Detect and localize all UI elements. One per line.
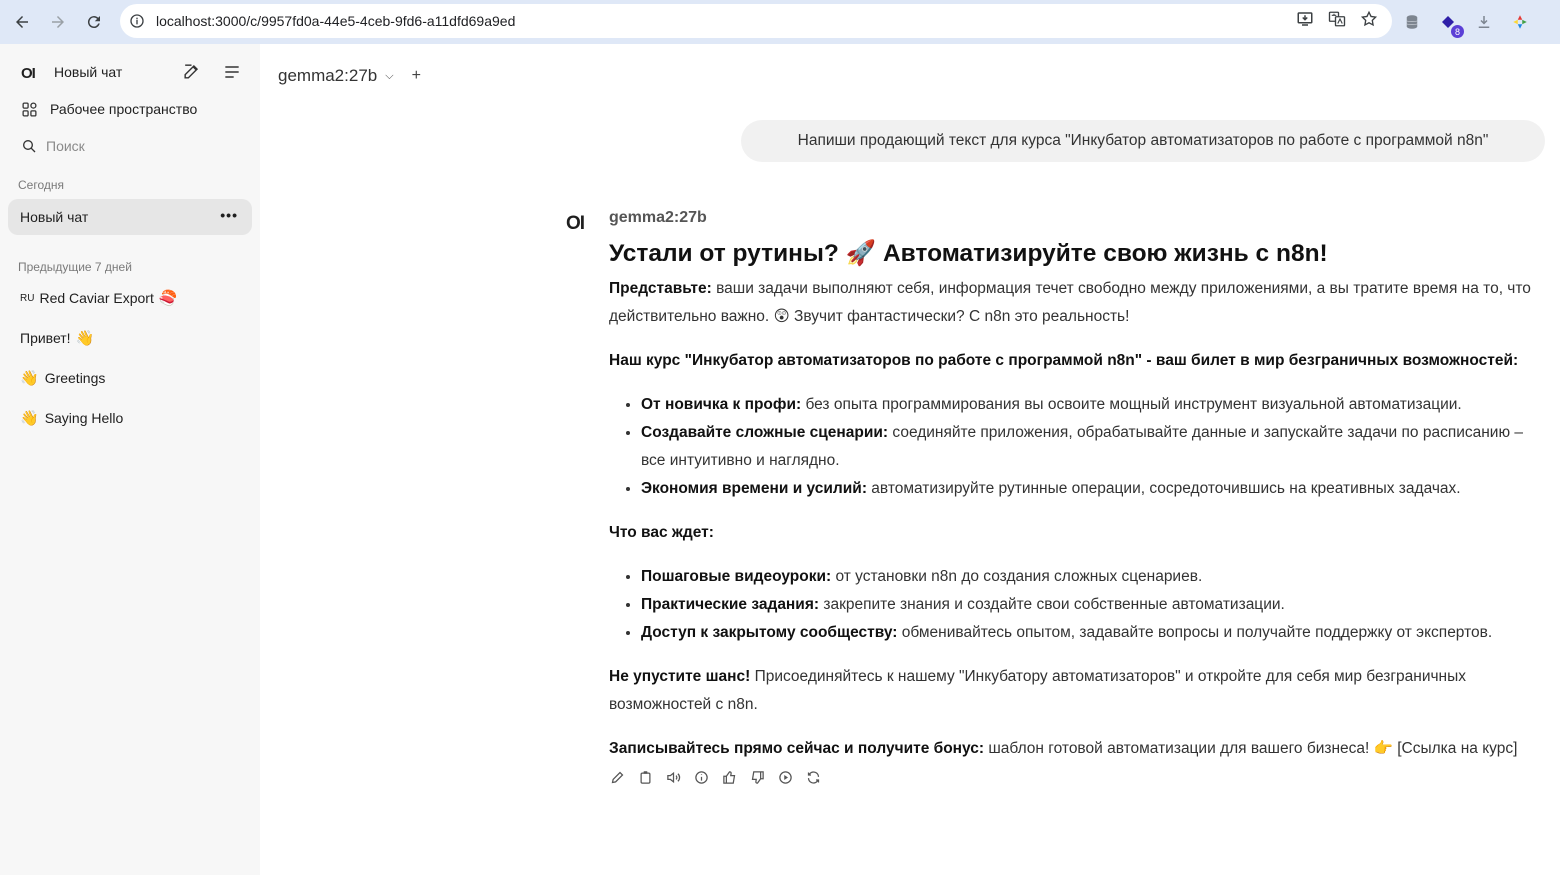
- list-item: От новичка к профи: без опыта программир…: [641, 391, 1544, 419]
- chat-item-label: Новый чат: [20, 209, 89, 225]
- chat-item-label: Привет!: [20, 330, 71, 346]
- copy-icon[interactable]: [637, 769, 653, 785]
- bold-text: От новичка к профи:: [641, 396, 802, 413]
- bold-text: Наш курс "Инкубатор автоматизаторов по р…: [609, 352, 1519, 369]
- user-message: Напиши продающий текст для курса "Инкуба…: [741, 120, 1545, 162]
- chat-prefix: RU: [20, 292, 35, 304]
- list-item: Практические задания: закрепите знания и…: [641, 591, 1544, 619]
- browser-toolbar: localhost:3000/c/9957fd0a-44e5-4ceb-9fd6…: [0, 0, 1560, 44]
- message-actions: [609, 769, 1544, 785]
- info-icon[interactable]: [693, 769, 709, 785]
- waving-hand-icon: 👋: [20, 409, 39, 427]
- sidebar-header: OI Новый чат: [0, 58, 260, 88]
- list-item-text: без опыта программирования вы освоите мо…: [801, 396, 1462, 413]
- list-item: Экономия времени и усилий: автоматизируй…: [641, 475, 1544, 503]
- chat-item[interactable]: Привет! 👋: [20, 330, 94, 346]
- model-selector[interactable]: gemma2:27b ⌵ +: [278, 66, 421, 86]
- app-logo[interactable]: OI: [21, 65, 36, 82]
- reload-button[interactable]: [76, 4, 112, 40]
- new-chat-link[interactable]: Новый чат: [54, 64, 122, 80]
- continue-icon[interactable]: [777, 769, 793, 785]
- list-item: Доступ к закрытому сообществу: обменивай…: [641, 619, 1544, 647]
- feature-list: От новичка к профи: без опыта программир…: [609, 391, 1544, 503]
- paragraph: Записывайтесь прямо сейчас и получите бо…: [609, 735, 1544, 763]
- response-heading: Устали от рутины? 🚀 Автоматизируйте свою…: [609, 240, 1328, 267]
- new-chat-edit-icon[interactable]: [182, 62, 201, 86]
- address-bar[interactable]: localhost:3000/c/9957fd0a-44e5-4ceb-9fd6…: [120, 4, 1392, 38]
- bold-text: Создавайте сложные сценарии:: [641, 424, 889, 441]
- bold-text: Записывайтесь прямо сейчас и получите бо…: [609, 740, 985, 757]
- back-button[interactable]: [4, 4, 40, 40]
- list-item: Пошаговые видеоуроки: от установки n8n д…: [641, 563, 1544, 591]
- chat-item-label: Greetings: [44, 370, 106, 386]
- list-item-text: обменивайтесь опытом, задавайте вопросы …: [897, 624, 1493, 641]
- paragraph: Что вас ждет:: [609, 519, 1544, 547]
- install-app-icon[interactable]: [1296, 10, 1314, 33]
- chat-item[interactable]: 👋 Greetings: [20, 370, 105, 386]
- bold-text: Что вас ждет:: [609, 524, 714, 541]
- chat-options-icon[interactable]: •••: [220, 207, 238, 223]
- reload-icon: [87, 16, 100, 29]
- workspace-link[interactable]: Рабочее пространство: [20, 100, 197, 118]
- bold-text: Пошаговые видеоуроки:: [641, 568, 832, 585]
- search-placeholder: Поиск: [46, 138, 85, 154]
- section-today: Сегодня: [18, 178, 64, 192]
- bookmark-star-icon[interactable]: [1360, 10, 1378, 33]
- bold-text: Представьте:: [609, 280, 712, 297]
- translate-icon[interactable]: [1328, 10, 1346, 33]
- database-extension-icon[interactable]: [1402, 12, 1422, 32]
- chat-item-label: Red Caviar Export: [39, 290, 154, 306]
- sushi-icon: 🍣: [158, 289, 178, 307]
- chat-item[interactable]: 👋 Saying Hello: [20, 410, 123, 426]
- colorful-extension-icon[interactable]: [1510, 12, 1530, 32]
- regenerate-icon[interactable]: [805, 769, 821, 785]
- bold-text: Не упустите шанс!: [609, 668, 751, 685]
- section-previous-7-days: Предыдущие 7 дней: [18, 260, 132, 274]
- assistant-avatar: OI: [566, 213, 585, 234]
- thumbs-down-icon[interactable]: [749, 769, 765, 785]
- chat-item-active[interactable]: Новый чат •••: [8, 199, 252, 235]
- list-item: Создавайте сложные сценарии: соединяйте …: [641, 419, 1544, 475]
- list-item-text: от установки n8n до создания сложных сце…: [831, 568, 1203, 585]
- url-text[interactable]: localhost:3000/c/9957fd0a-44e5-4ceb-9fd6…: [156, 13, 515, 29]
- chat-main: gemma2:27b ⌵ + Напиши продающий текст дл…: [260, 44, 1560, 875]
- paragraph: Наш курс "Инкубатор автоматизаторов по р…: [609, 347, 1544, 375]
- bold-text: Практические задания:: [641, 596, 820, 613]
- model-name[interactable]: gemma2:27b: [278, 66, 377, 86]
- list-item-text: закрепите знания и создайте свои собстве…: [819, 596, 1285, 613]
- workspace-label: Рабочее пространство: [50, 101, 198, 117]
- extension-badge: 8: [1451, 25, 1464, 38]
- search-icon: [20, 137, 38, 155]
- thumbs-up-icon[interactable]: [721, 769, 737, 785]
- search-input[interactable]: Поиск: [20, 137, 85, 155]
- extension-puzzle-icon[interactable]: 8: [1438, 12, 1464, 38]
- assistant-body: gemma2:27b Устали от рутины? 🚀 Автоматиз…: [609, 209, 1544, 785]
- grid-icon: [20, 100, 38, 118]
- waving-hand-icon: 👋: [75, 329, 95, 347]
- bold-text: Экономия времени и усилий:: [641, 480, 867, 497]
- waving-hand-icon: 👋: [20, 369, 39, 387]
- paragraph: Представьте: ваши задачи выполняют себя,…: [609, 275, 1544, 331]
- arrow-right-icon: [52, 16, 64, 28]
- user-message-text: Напиши продающий текст для курса "Инкуба…: [797, 132, 1489, 149]
- paragraph: Не упустите шанс! Присоединяйтесь к наше…: [609, 663, 1544, 719]
- arrow-left-icon: [16, 16, 28, 28]
- sidebar: OI Новый чат Рабочее пространство Поиск …: [0, 44, 260, 875]
- benefits-list: Пошаговые видеоуроки: от установки n8n д…: [609, 563, 1544, 647]
- paragraph-text: ваши задачи выполняют себя, информация т…: [609, 280, 1531, 325]
- site-info-icon[interactable]: [120, 4, 154, 38]
- add-model-icon[interactable]: +: [412, 67, 421, 85]
- paragraph-text: шаблон готовой автоматизации для вашего …: [984, 740, 1518, 757]
- download-icon[interactable]: [1474, 12, 1494, 32]
- chat-item[interactable]: RU Red Caviar Export 🍣: [20, 290, 178, 306]
- chat-item-label: Saying Hello: [44, 410, 124, 426]
- sidebar-toggle-icon[interactable]: [222, 62, 242, 87]
- bold-text: Доступ к закрытому сообществу:: [641, 624, 898, 641]
- chevron-down-icon[interactable]: ⌵: [385, 70, 393, 83]
- assistant-model-name: gemma2:27b: [609, 209, 707, 226]
- forward-button[interactable]: [40, 4, 76, 40]
- edit-icon[interactable]: [609, 769, 625, 785]
- speaker-icon[interactable]: [665, 769, 681, 785]
- list-item-text: автоматизируйте рутинные операции, сосре…: [867, 480, 1461, 497]
